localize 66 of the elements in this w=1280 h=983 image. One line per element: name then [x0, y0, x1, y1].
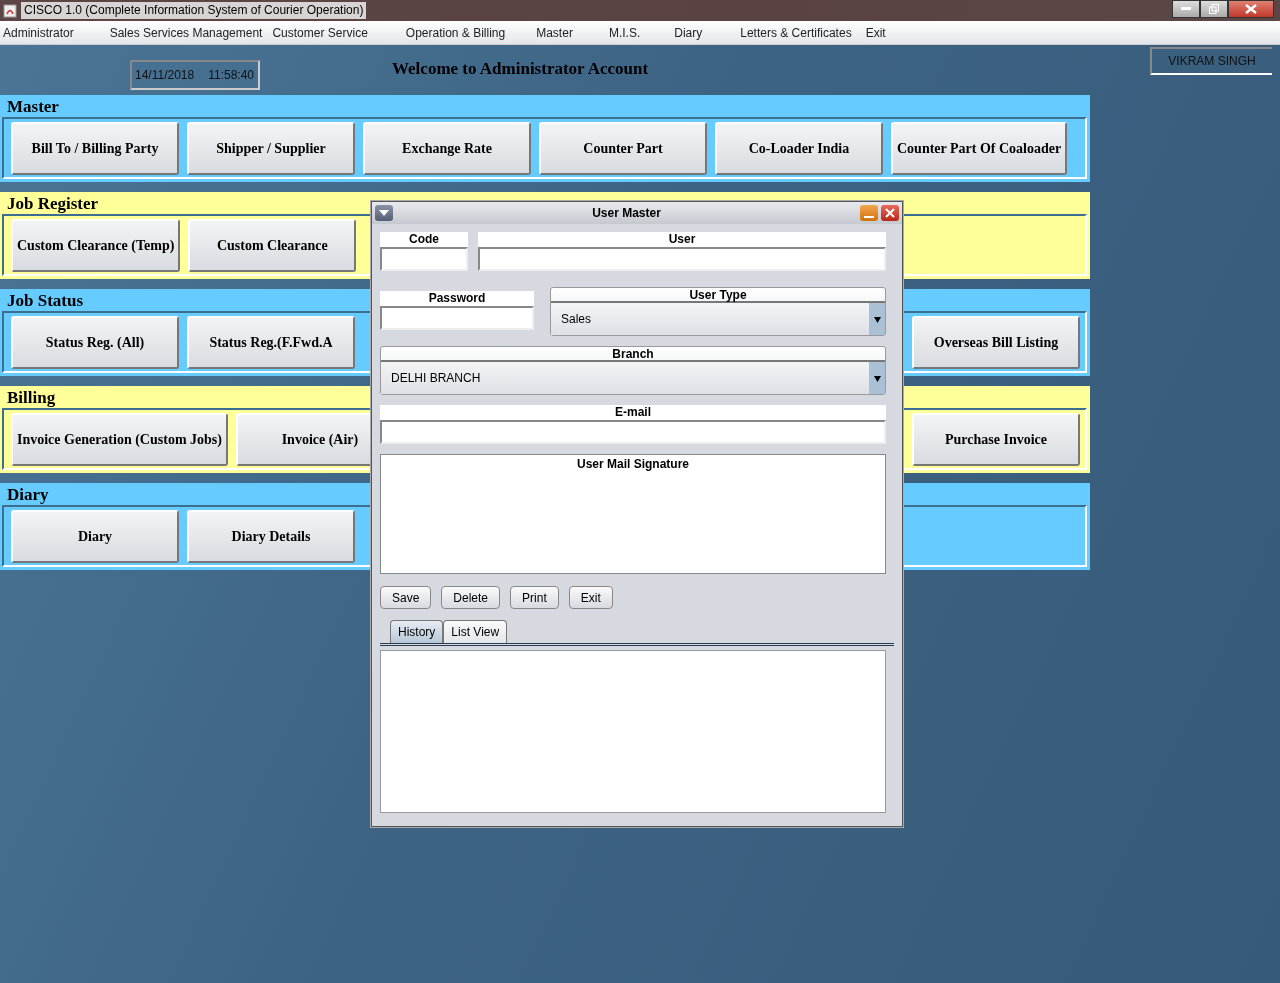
menu-button[interactable]: Exchange Rate — [363, 121, 531, 175]
menu-button[interactable]: Status Reg. (All) — [11, 315, 179, 369]
section-title: Job Register — [6, 194, 99, 213]
restore-icon — [1209, 4, 1219, 14]
app-icon — [3, 3, 17, 18]
close-icon — [1245, 4, 1257, 14]
field-label: Password — [380, 291, 534, 306]
password-field[interactable] — [380, 306, 534, 330]
dropdown-icon[interactable] — [375, 205, 393, 221]
menu-button[interactable]: Diary — [11, 509, 179, 563]
email-field[interactable] — [380, 420, 886, 444]
field-label: Code — [380, 232, 468, 247]
dialog-title: User Master — [591, 205, 662, 222]
menu-item[interactable]: Exit — [865, 23, 890, 42]
minimize-icon — [864, 216, 874, 218]
menu-item[interactable]: Operation & Billing — [405, 23, 510, 42]
menu-button[interactable]: Co-Loader India — [715, 121, 883, 175]
close-button[interactable] — [1228, 0, 1274, 18]
field-label: E-mail — [380, 405, 886, 420]
dialog-button[interactable]: Print — [510, 586, 559, 609]
close-icon — [885, 208, 895, 218]
menu-item[interactable]: Diary — [674, 23, 707, 42]
menu-item[interactable]: Sales Services Management — [109, 23, 267, 42]
menu-button[interactable]: Bill To / Billing Party — [11, 121, 179, 175]
user-name-display: VIKRAM SINGH — [1150, 47, 1272, 75]
section-title: Billing — [6, 388, 56, 407]
dropdown-value: Sales — [561, 311, 592, 328]
close-button[interactable] — [881, 205, 899, 221]
user-type-dropdown[interactable]: Sales — [551, 303, 885, 335]
menu-button[interactable]: Overseas Bill Listing — [912, 315, 1080, 369]
menu-item[interactable]: M.I.S. — [608, 23, 645, 42]
time-text: 11:58:40 — [208, 67, 254, 84]
tab[interactable]: History — [390, 620, 444, 643]
restore-button[interactable] — [1200, 0, 1228, 18]
section-title: Job Status — [6, 291, 84, 310]
minimize-icon — [1181, 7, 1191, 11]
menu-button[interactable]: Custom Clearance (Temp) — [11, 218, 181, 272]
section-title: Diary — [6, 485, 49, 504]
menu-button[interactable]: Status Reg.(F.Fwd.A — [187, 315, 355, 369]
menu-button[interactable]: Invoice Generation (Custom Jobs) — [11, 412, 228, 466]
code-field[interactable] — [380, 247, 468, 271]
signature-area[interactable]: User Mail Signature — [380, 454, 886, 574]
user-field[interactable] — [478, 247, 886, 271]
date-text: 14/11/2018 — [135, 67, 195, 84]
menu-button[interactable]: Counter Part Of Coaloader — [891, 121, 1068, 175]
dialog-button[interactable]: Exit — [568, 586, 613, 609]
dialog-button[interactable]: Delete — [441, 586, 501, 609]
menu-button[interactable]: Custom Clearance — [188, 218, 357, 272]
field-label: User — [478, 232, 886, 247]
dialog-button[interactable]: Save — [380, 586, 432, 609]
tab[interactable]: List View — [443, 620, 508, 643]
window-title: CISCO 1.0 (Complete Information System of Courier Operation) — [21, 2, 367, 19]
caret-icon — [379, 210, 389, 216]
menu-item[interactable]: Customer Service — [272, 23, 372, 42]
section-title: Master — [6, 97, 59, 116]
branch-dropdown[interactable]: DELHI BRANCH — [381, 362, 885, 394]
minimize-button[interactable] — [1172, 0, 1200, 18]
menu-button[interactable]: Purchase Invoice — [912, 412, 1080, 466]
menu-button[interactable]: Shipper / Supplier — [187, 121, 355, 175]
menu-button[interactable]: Diary Details — [187, 509, 355, 563]
menu-item[interactable]: Administrator — [3, 23, 78, 42]
welcome-heading: Welcome to Administrator Account — [392, 58, 649, 81]
menu-item[interactable]: Master — [536, 23, 577, 42]
menu-item[interactable]: Letters & Certificates — [740, 23, 856, 42]
dropdown-value: DELHI BRANCH — [391, 370, 481, 387]
menu-button[interactable]: Counter Part — [539, 121, 707, 175]
